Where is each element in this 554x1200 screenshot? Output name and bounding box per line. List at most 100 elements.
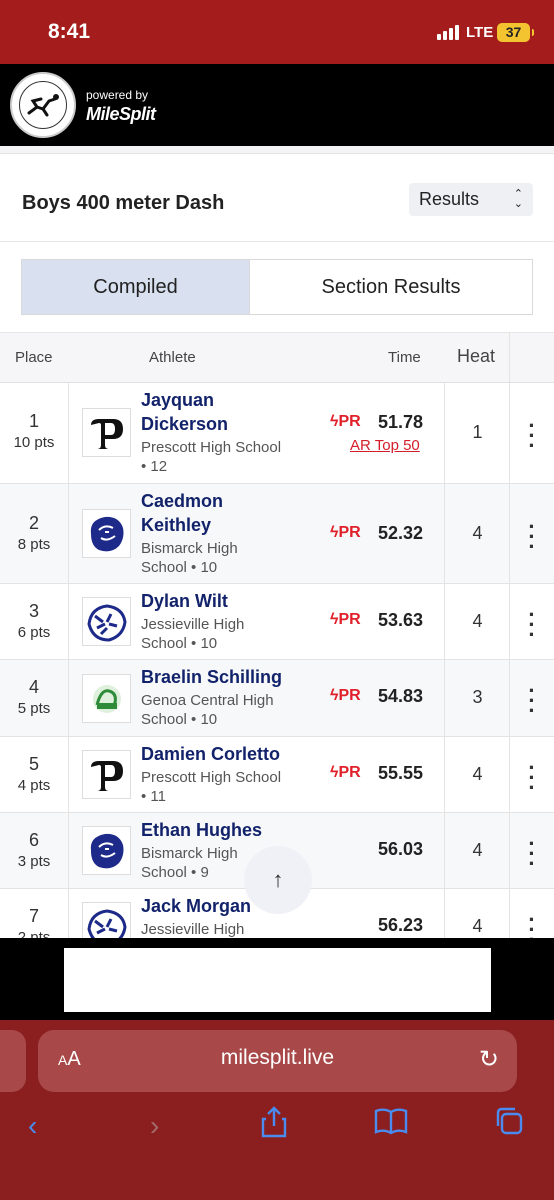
place-number: 3 <box>28 601 39 621</box>
results-tabs: Compiled Section Results <box>21 259 533 315</box>
athlete-name[interactable]: Braelin Schilling <box>141 665 311 689</box>
time-mark: 51.78 <box>377 412 423 432</box>
status-bar: 8:41 LTE 37 <box>0 0 554 64</box>
share-icon[interactable] <box>260 1106 288 1149</box>
view-select[interactable]: Results ⌃ ⌄ <box>409 183 533 216</box>
scroll-to-top-button[interactable]: ↑ <box>244 846 312 914</box>
browser-chrome: AA milesplit.live ↻ ‹ › <box>0 1020 554 1200</box>
athlete-school: Jessieville High School • 10 <box>141 616 245 652</box>
column-place: Place <box>15 349 53 366</box>
bookmarks-icon[interactable] <box>374 1106 408 1146</box>
signal-icon <box>437 24 459 40</box>
place-cell: 2 8 pts <box>0 513 68 553</box>
place-cell: 6 3 pts <box>0 830 68 870</box>
view-select-value: Results <box>419 189 480 209</box>
table-header: Place Athlete Time Heat <box>0 333 554 383</box>
athlete-name[interactable]: Caedmon Keithley <box>141 489 311 537</box>
battery-icon: 37 <box>497 23 534 42</box>
time-mark: 56.23 <box>377 915 423 935</box>
time-mark: 53.63 <box>377 610 423 630</box>
heat-number: 3 <box>472 687 483 707</box>
forward-icon[interactable]: › <box>150 1106 159 1146</box>
association-logo[interactable] <box>10 72 76 138</box>
athlete-school: Prescott High School • 12 <box>141 439 282 475</box>
back-icon[interactable]: ‹ <box>28 1106 37 1146</box>
place-cell: 5 4 pts <box>0 754 68 794</box>
athlete-name[interactable]: Damien Corletto <box>141 742 311 766</box>
heat-number: 4 <box>472 611 483 631</box>
more-options-icon[interactable]: ··· <box>510 680 554 722</box>
ad-banner <box>0 938 554 1020</box>
pr-badge: ϟPR <box>330 611 361 628</box>
more-options-icon[interactable]: ··· <box>510 415 554 457</box>
athlete-cell: Dylan Wilt Jessieville High School • 10 <box>141 589 311 653</box>
time-mark: 52.32 <box>377 523 423 543</box>
site-header: powered by MileSplit <box>0 64 554 146</box>
athlete-cell: Damien Corletto Prescott High School • 11 <box>141 742 311 806</box>
reload-icon[interactable]: ↻ <box>479 1045 499 1074</box>
table-row[interactable]: 4 5 pts Braelin Schilling Genoa Central … <box>0 660 554 737</box>
more-options-icon[interactable]: ··· <box>510 757 554 799</box>
place-points: 5 pts <box>17 700 51 717</box>
tab-section-results[interactable]: Section Results <box>250 260 532 314</box>
column-time: Time <box>388 349 421 366</box>
pr-badge: ϟPR <box>330 687 361 704</box>
heat-number: 4 <box>472 764 483 784</box>
athlete-name[interactable]: Dylan Wilt <box>141 589 311 613</box>
event-title: Boys 400 meter Dash <box>22 192 225 214</box>
time-mark: 54.83 <box>377 686 423 706</box>
table-row[interactable]: 5 4 pts Damien Corletto Prescott High Sc… <box>0 737 554 813</box>
place-points: 6 pts <box>17 624 51 641</box>
athlete-name[interactable]: Ethan Hughes <box>141 818 311 842</box>
more-options-icon[interactable]: ··· <box>510 516 554 558</box>
place-number: 5 <box>28 754 39 774</box>
place-points: 3 pts <box>17 853 51 870</box>
divider <box>0 241 554 242</box>
jessieville-lion-icon <box>82 902 131 938</box>
ar-top-50-link[interactable]: AR Top 50 <box>350 437 420 454</box>
column-divider <box>509 333 510 382</box>
more-options-icon[interactable]: ··· <box>510 909 554 939</box>
place-number: 7 <box>28 906 39 926</box>
place-number: 6 <box>28 830 39 850</box>
tabs-icon[interactable] <box>494 1106 524 1147</box>
powered-by-label: powered by <box>86 88 149 102</box>
network-label: LTE <box>466 24 494 41</box>
browser-toolbar: ‹ › <box>0 1106 554 1146</box>
arrow-up-icon: ↑ <box>272 867 284 892</box>
select-chevron-icon: ⌃ ⌄ <box>513 188 523 210</box>
place-points: 10 pts <box>13 434 55 451</box>
address-bar[interactable]: AA milesplit.live ↻ <box>38 1030 517 1092</box>
runner-icon <box>19 81 67 129</box>
url-text: milesplit.live <box>220 1046 335 1069</box>
athlete-cell: Caedmon Keithley Bismarck High School • 10 <box>141 489 311 577</box>
table-row[interactable]: 2 8 pts Caedmon Keithley Bismarck High Sch… <box>0 484 554 584</box>
heat-number: 4 <box>472 916 483 936</box>
page: 8:41 LTE 37 powered by MileSplit Boys 40… <box>0 0 554 1200</box>
place-cell: 3 6 pts <box>0 601 68 641</box>
tab-compiled[interactable]: Compiled <box>22 260 250 314</box>
ad-slot[interactable] <box>64 948 491 1012</box>
place-points: 4 pts <box>17 777 51 794</box>
milesplit-logo[interactable]: MileSplit <box>86 104 156 125</box>
prescott-p-icon <box>82 408 131 457</box>
previous-tab[interactable] <box>0 1030 26 1092</box>
genoa-dragon-icon <box>82 674 131 723</box>
bismarck-lion-icon <box>82 826 131 875</box>
table-row[interactable]: 3 6 pts Dylan Wilt Jessieville High Schoo… <box>0 584 554 660</box>
time-mark: 56.03 <box>377 839 423 859</box>
time-mark: 55.55 <box>377 763 423 783</box>
jessieville-lion-icon <box>82 597 131 646</box>
status-time: 8:41 <box>48 20 91 43</box>
more-options-icon[interactable]: ··· <box>510 833 554 875</box>
more-options-icon[interactable]: ··· <box>510 604 554 646</box>
header-divider <box>0 146 554 154</box>
athlete-school: Jessieville High <box>141 921 245 938</box>
place-number: 4 <box>28 677 39 697</box>
pr-badge: ϟPR <box>330 524 361 541</box>
column-heat: Heat <box>457 346 496 366</box>
table-row[interactable]: 1 10 pts Jayquan Dickerson Prescott High … <box>0 383 554 484</box>
athlete-name[interactable]: Jayquan Dickerson <box>141 388 311 436</box>
athlete-school: Prescott High School • 11 <box>141 769 282 805</box>
place-points: 2 pts <box>17 929 51 938</box>
